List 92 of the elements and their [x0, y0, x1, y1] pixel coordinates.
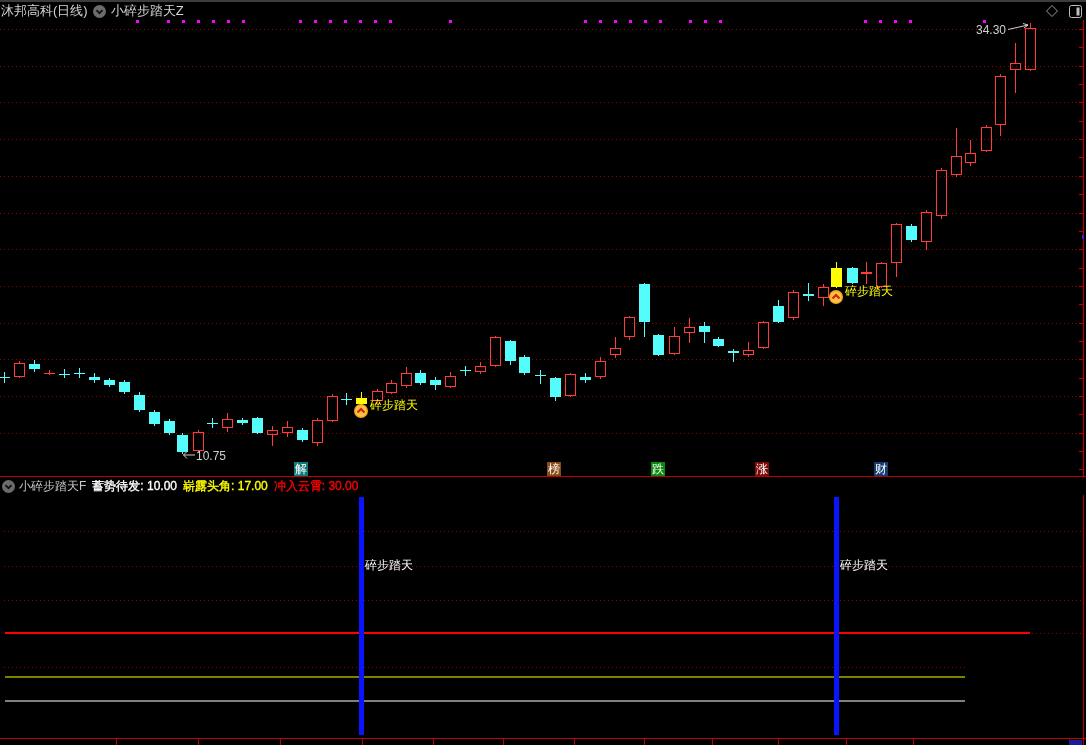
event-tag: 涨	[755, 462, 769, 476]
candlestick	[282, 420, 293, 438]
candlestick	[14, 360, 25, 379]
signal-label: 碎步踏天	[845, 284, 893, 298]
level-legend: 蓄势待发: 10.00	[92, 479, 178, 493]
candlestick	[639, 282, 650, 338]
candlestick	[921, 209, 932, 251]
candlestick	[252, 416, 263, 435]
candlestick	[237, 417, 248, 426]
candlestick	[669, 326, 680, 356]
candlestick	[401, 366, 412, 389]
candlestick	[936, 167, 947, 220]
candlestick	[222, 412, 233, 433]
candlestick	[831, 261, 842, 289]
candlestick	[505, 339, 516, 366]
candlestick	[327, 393, 338, 423]
signal-label: 碎步踏天	[370, 398, 418, 412]
candlestick	[490, 335, 501, 368]
candlestick	[743, 341, 754, 358]
candlestick	[550, 376, 561, 402]
panel-toggle-icon[interactable]	[1069, 4, 1082, 18]
candlestick	[312, 417, 323, 447]
candlestick	[580, 372, 591, 384]
candlestick	[758, 320, 769, 350]
candlestick	[29, 359, 40, 373]
candlestick	[699, 321, 710, 344]
high-price-label: 34.30	[976, 24, 1007, 36]
candlestick	[861, 261, 872, 285]
candlestick	[891, 222, 902, 278]
signal-label: 碎步踏天	[840, 558, 888, 572]
candlestick	[906, 223, 917, 243]
candlestick	[818, 283, 829, 307]
candlestick	[684, 317, 695, 344]
candlestick	[565, 372, 576, 398]
candlestick	[297, 427, 308, 443]
event-tag: 解	[294, 462, 308, 476]
candlestick	[134, 391, 145, 413]
chevron-down-icon[interactable]	[92, 4, 106, 18]
level-legend: 冲入云霄: 30.00	[273, 479, 359, 493]
candlestick	[177, 432, 188, 455]
candlestick	[119, 379, 130, 395]
candlestick	[624, 315, 635, 341]
candlestick	[847, 266, 858, 285]
candlestick	[965, 139, 976, 167]
candlestick	[267, 425, 278, 447]
candlestick	[773, 299, 784, 324]
candlestick	[519, 354, 530, 376]
candlestick	[653, 333, 664, 357]
candlestick	[951, 127, 962, 178]
indicator-name: 小碎步踏天Z	[110, 3, 184, 19]
candlestick	[207, 417, 218, 429]
chevron-down-icon[interactable]	[2, 479, 15, 493]
indicator-name: 小碎步踏天F	[19, 479, 87, 493]
candlestick	[460, 365, 471, 377]
leader-arrow	[1008, 23, 1029, 31]
candlestick	[341, 392, 352, 406]
candlestick	[59, 368, 70, 379]
candlestick	[728, 348, 739, 363]
event-tag: 跌	[651, 462, 665, 476]
level-legend: 崭露头角: 17.00	[183, 479, 268, 493]
candlestick	[1010, 42, 1021, 94]
candlestick	[415, 369, 426, 386]
chevron-up-icon	[354, 404, 368, 418]
event-tag: 财	[874, 462, 888, 476]
diamond-icon[interactable]	[1046, 5, 1058, 17]
candlestick	[104, 377, 115, 388]
candlestick	[430, 376, 441, 391]
candlestick	[803, 282, 814, 302]
candlestick	[356, 391, 367, 406]
candlestick	[0, 371, 10, 384]
candlestick	[89, 372, 100, 384]
candlestick	[445, 371, 456, 389]
candlestick	[386, 379, 397, 395]
candlestick	[981, 124, 992, 153]
candlestick	[475, 361, 486, 375]
candlestick	[535, 369, 546, 385]
candlestick	[995, 73, 1006, 137]
leader-arrow	[183, 451, 195, 459]
chart-title: 沐邦高科(日线)	[1, 3, 88, 19]
event-tag: 榜	[547, 462, 561, 476]
candlestick	[44, 369, 55, 376]
candlestick	[610, 336, 621, 359]
candlestick	[713, 336, 724, 348]
chevron-up-icon	[829, 290, 843, 304]
candlestick	[149, 409, 160, 427]
candlestick	[164, 418, 175, 436]
signal-label: 碎步踏天	[365, 558, 413, 572]
candlestick	[74, 367, 85, 379]
candlestick	[788, 289, 799, 321]
low-price-label: 10.75	[196, 449, 227, 463]
candlestick	[1025, 22, 1036, 72]
candlestick	[595, 356, 606, 380]
